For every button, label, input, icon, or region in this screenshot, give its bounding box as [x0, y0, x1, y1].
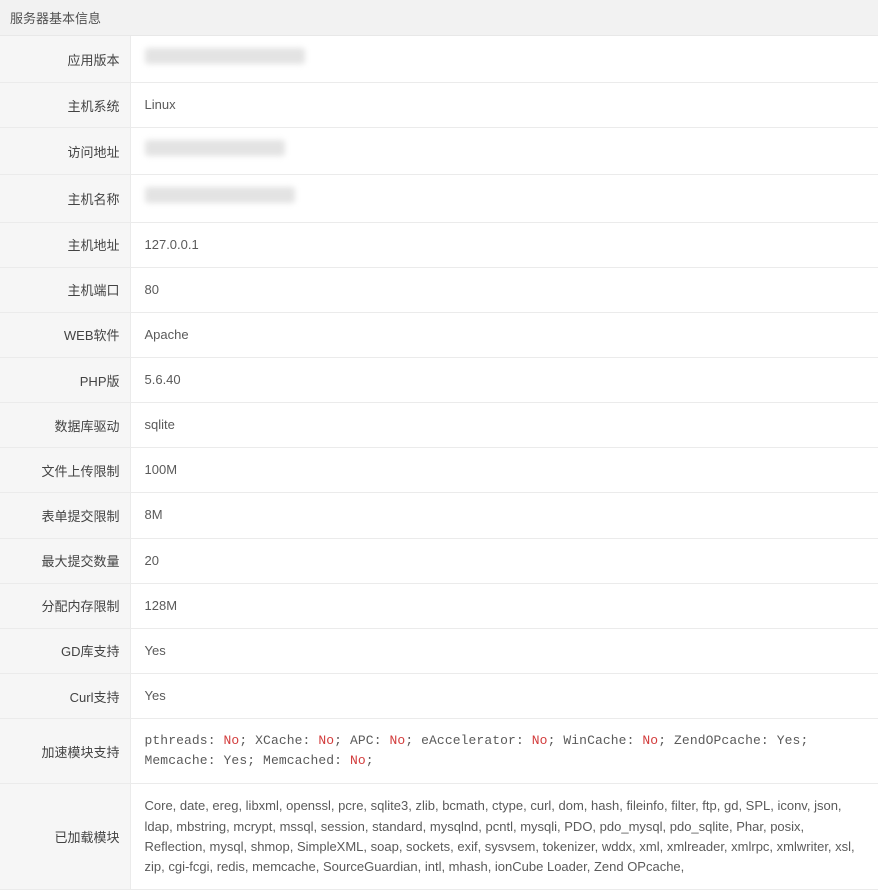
label-access-url: 访问地址	[0, 128, 130, 175]
accel-item-status: No	[642, 733, 658, 748]
row-app-version: 应用版本	[0, 36, 878, 83]
row-host-name: 主机名称	[0, 175, 878, 222]
redacted-value	[145, 187, 295, 203]
label-upload-limit: 文件上传限制	[0, 448, 130, 493]
label-web-software: WEB软件	[0, 312, 130, 357]
accel-item-name: XCache:	[255, 733, 318, 748]
accel-item-sep: ;	[800, 733, 808, 748]
accel-item-name: Memcached:	[263, 753, 350, 768]
label-php-ver: PHP版	[0, 357, 130, 402]
value-mem-limit: 128M	[130, 583, 878, 628]
value-php-ver: 5.6.40	[130, 357, 878, 402]
accel-item-sep: ;	[239, 733, 255, 748]
row-mem-limit: 分配内存限制 128M	[0, 583, 878, 628]
row-loaded-modules: 已加载模块 Core, date, ereg, libxml, openssl,…	[0, 784, 878, 890]
value-gd-support: Yes	[130, 628, 878, 673]
value-host-addr: 127.0.0.1	[130, 222, 878, 267]
accel-item-name: eAccelerator:	[421, 733, 532, 748]
row-php-ver: PHP版 5.6.40	[0, 357, 878, 402]
value-db-driver: sqlite	[130, 403, 878, 448]
row-host-addr: 主机地址 127.0.0.1	[0, 222, 878, 267]
row-host-port: 主机端口 80	[0, 267, 878, 312]
value-loaded-modules: Core, date, ereg, libxml, openssl, pcre,…	[130, 784, 878, 890]
row-access-url: 访问地址	[0, 128, 878, 175]
row-post-limit: 表单提交限制 8M	[0, 493, 878, 538]
accel-item-status: No	[350, 753, 366, 768]
accel-item-sep: ;	[247, 753, 263, 768]
info-table: 应用版本 主机系统 Linux 访问地址 主机名称	[0, 36, 878, 890]
row-db-driver: 数据库驱动 sqlite	[0, 403, 878, 448]
accel-item-sep: ;	[334, 733, 350, 748]
accel-item-status: Yes	[224, 753, 248, 768]
accel-item-name: ZendOPcache:	[674, 733, 777, 748]
accel-item-sep: ;	[548, 733, 564, 748]
value-upload-limit: 100M	[130, 448, 878, 493]
accel-item-sep: ;	[658, 733, 674, 748]
value-post-limit: 8M	[130, 493, 878, 538]
label-mem-limit: 分配内存限制	[0, 583, 130, 628]
accel-item-status: No	[532, 733, 548, 748]
label-loaded-modules: 已加载模块	[0, 784, 130, 890]
accel-item-status: No	[224, 733, 240, 748]
value-host-name	[130, 175, 878, 222]
row-upload-limit: 文件上传限制 100M	[0, 448, 878, 493]
accel-item-name: pthreads:	[145, 733, 224, 748]
row-host-os: 主机系统 Linux	[0, 83, 878, 128]
accel-item-status: Yes	[777, 733, 801, 748]
panel-header: 服务器基本信息	[0, 0, 878, 36]
row-accel-modules: 加速模块支持 pthreads: No; XCache: No; APC: No…	[0, 719, 878, 784]
label-gd-support: GD库支持	[0, 628, 130, 673]
value-access-url	[130, 128, 878, 175]
accel-item-status: No	[390, 733, 406, 748]
row-curl-support: Curl支持 Yes	[0, 673, 878, 718]
row-web-software: WEB软件 Apache	[0, 312, 878, 357]
value-curl-support: Yes	[130, 673, 878, 718]
accel-item-name: APC:	[350, 733, 390, 748]
value-host-os: Linux	[130, 83, 878, 128]
accel-item-name: WinCache:	[563, 733, 642, 748]
label-host-name: 主机名称	[0, 175, 130, 222]
label-db-driver: 数据库驱动	[0, 403, 130, 448]
value-accel-modules: pthreads: No; XCache: No; APC: No; eAcce…	[130, 719, 878, 784]
value-app-version	[130, 36, 878, 83]
value-web-software: Apache	[130, 312, 878, 357]
value-max-post-count: 20	[130, 538, 878, 583]
accel-item-name: Memcache:	[145, 753, 224, 768]
label-host-os: 主机系统	[0, 83, 130, 128]
label-accel-modules: 加速模块支持	[0, 719, 130, 784]
accel-item-sep: ;	[405, 733, 421, 748]
row-max-post-count: 最大提交数量 20	[0, 538, 878, 583]
accel-item-sep: ;	[366, 753, 374, 768]
label-app-version: 应用版本	[0, 36, 130, 83]
server-info-panel: 服务器基本信息 应用版本 主机系统 Linux 访问地址 主机名称	[0, 0, 878, 890]
label-host-port: 主机端口	[0, 267, 130, 312]
label-curl-support: Curl支持	[0, 673, 130, 718]
accel-item-status: No	[318, 733, 334, 748]
label-post-limit: 表单提交限制	[0, 493, 130, 538]
redacted-value	[145, 48, 305, 64]
value-host-port: 80	[130, 267, 878, 312]
redacted-value	[145, 140, 285, 156]
label-host-addr: 主机地址	[0, 222, 130, 267]
row-gd-support: GD库支持 Yes	[0, 628, 878, 673]
label-max-post-count: 最大提交数量	[0, 538, 130, 583]
